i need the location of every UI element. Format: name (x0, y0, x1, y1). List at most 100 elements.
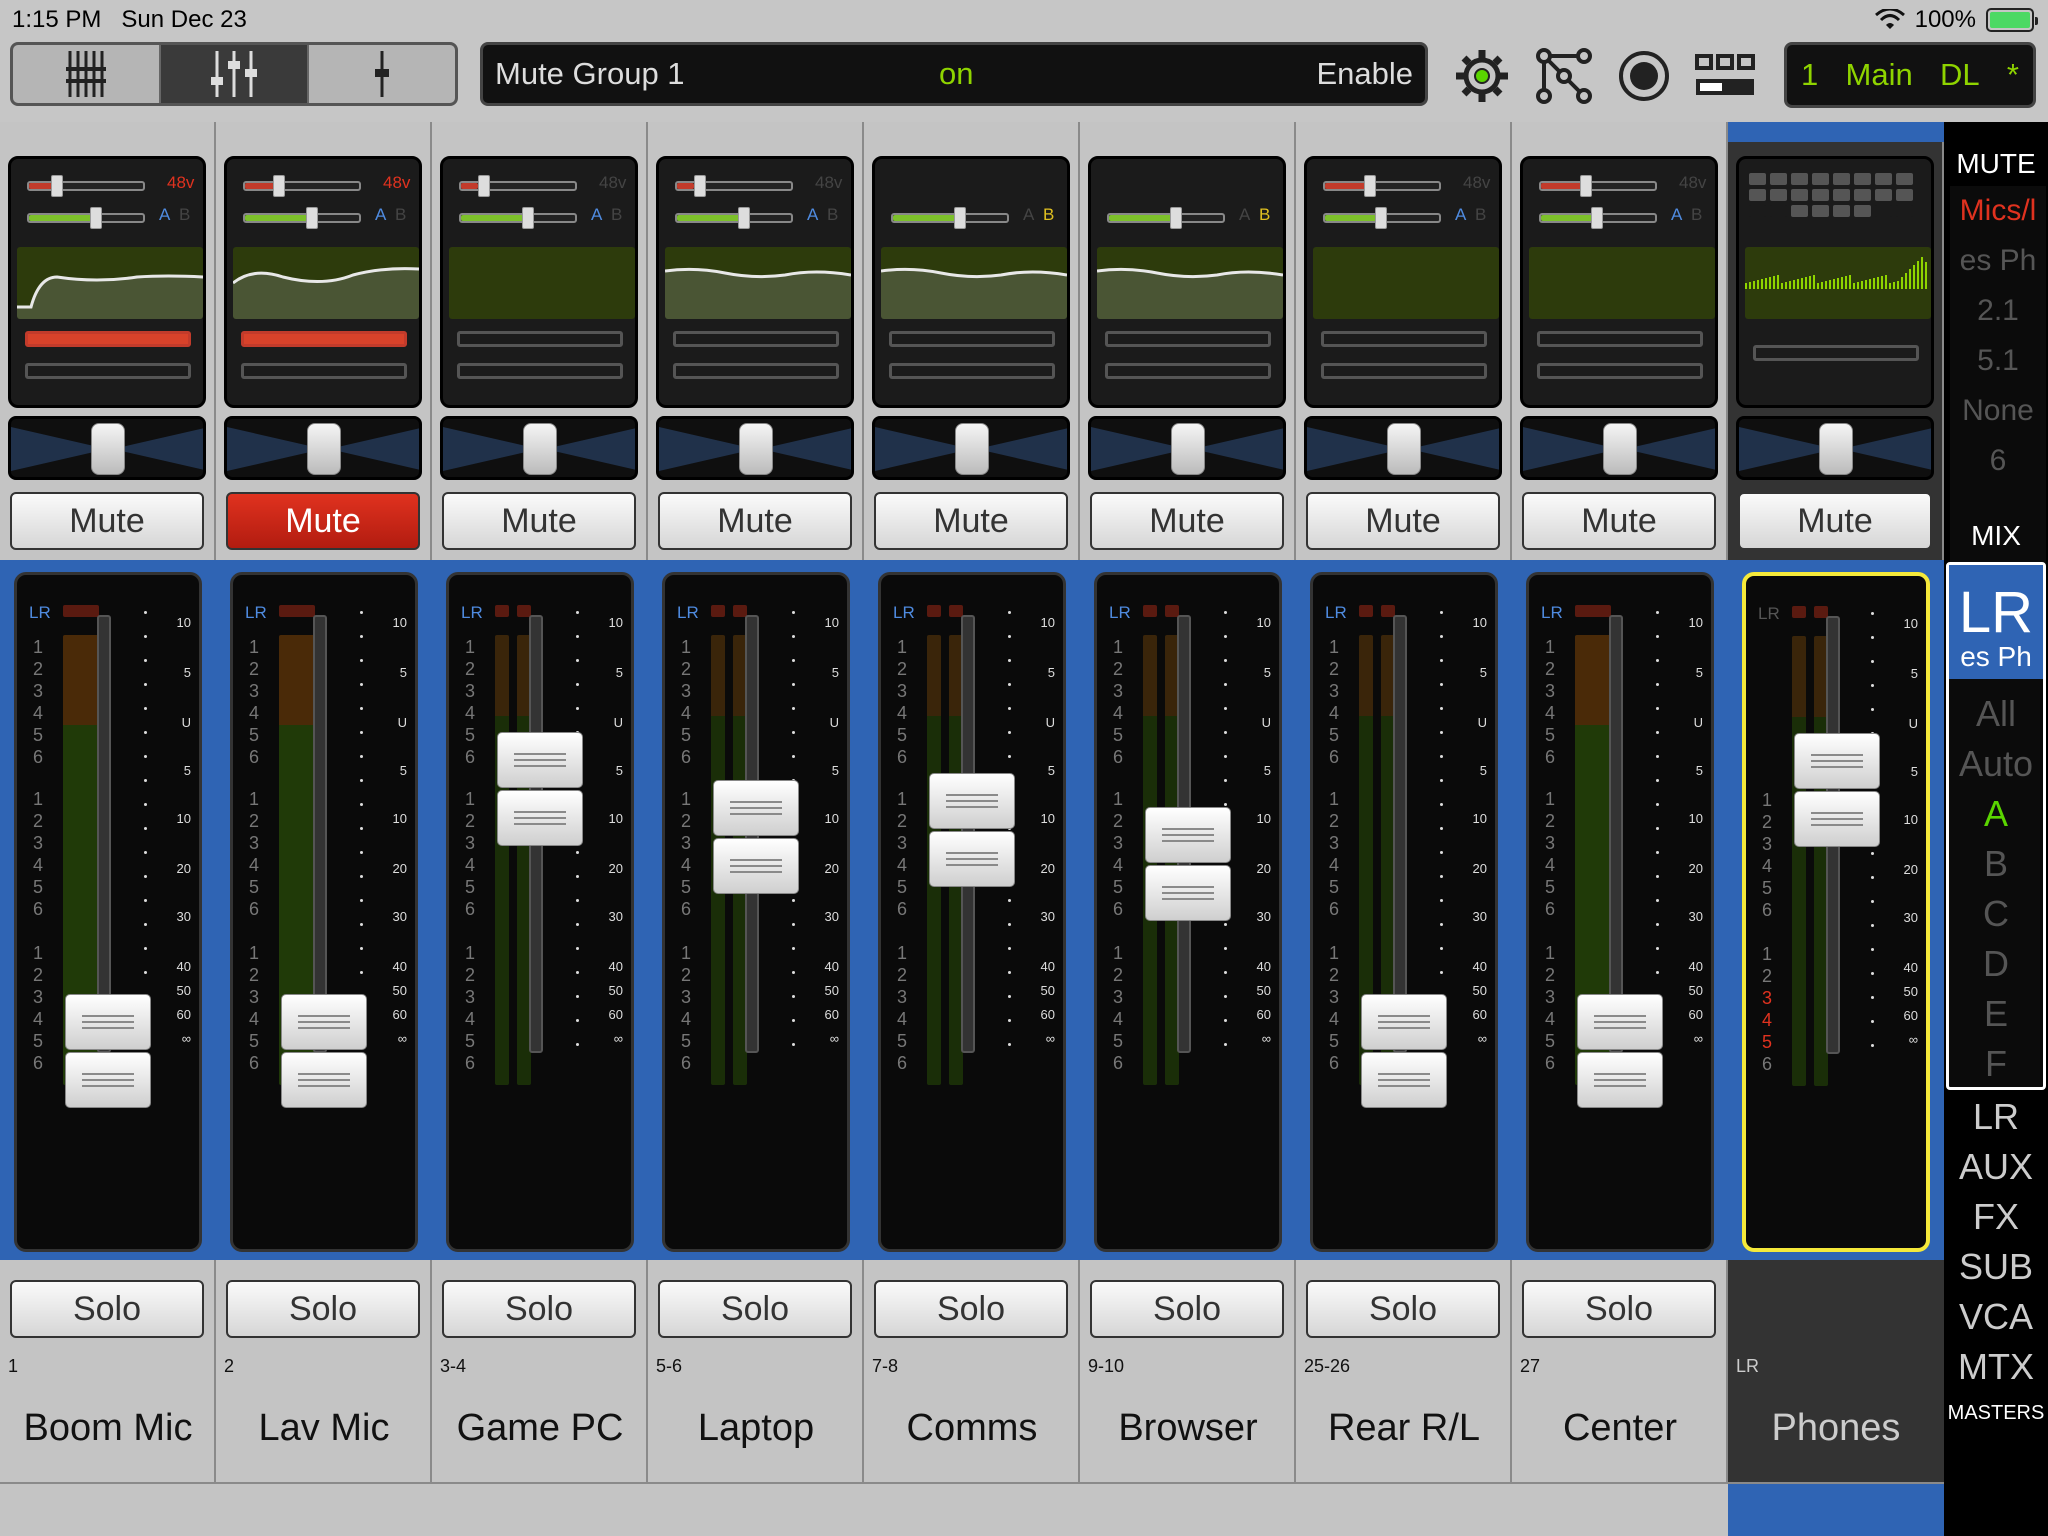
gate-indicator[interactable] (241, 331, 407, 347)
fader-track[interactable] (97, 615, 111, 1053)
eq-graph[interactable] (1529, 247, 1715, 319)
gate-indicator[interactable] (1321, 331, 1487, 347)
masters-item[interactable]: VCA (1944, 1292, 2048, 1342)
solo-button[interactable]: Solo (658, 1280, 852, 1338)
fader-cap[interactable] (929, 773, 1015, 887)
mix-option-item[interactable]: All (1949, 689, 2043, 739)
overview-tab[interactable] (13, 45, 161, 103)
mute-button[interactable]: Mute (1738, 492, 1932, 550)
mix-main-selected[interactable]: LR es Ph (1949, 565, 2043, 679)
processing-panel[interactable]: AB (872, 156, 1070, 408)
compressor-indicator[interactable] (673, 363, 839, 379)
mute-group-item[interactable]: Mics/l (1950, 186, 2046, 236)
pan-knob[interactable] (1387, 423, 1421, 475)
phantom-label[interactable]: 48v (599, 173, 626, 193)
solo-button[interactable]: Solo (1090, 1280, 1284, 1338)
single-fader-tab[interactable] (309, 45, 455, 103)
fader-panel[interactable]: LR123456123456123456105U5102030405060∞ (662, 572, 850, 1252)
channel-name[interactable]: Boom Mic (0, 1407, 216, 1450)
mute-button[interactable]: Mute (1090, 492, 1284, 550)
pan-control[interactable] (224, 416, 422, 480)
fader-panel[interactable]: LR123456123456123456105U5102030405060∞ (1310, 572, 1498, 1252)
pan-knob[interactable] (91, 423, 125, 475)
compressor-indicator[interactable] (1321, 363, 1487, 379)
masters-item[interactable]: LR (1944, 1092, 2048, 1142)
mute-button[interactable]: Mute (442, 492, 636, 550)
settings-button[interactable] (1450, 46, 1514, 106)
fader-panel[interactable]: LR123456123456123456105U5102030405060∞ (14, 572, 202, 1252)
record-button[interactable] (1612, 46, 1676, 106)
eq-graph[interactable] (233, 247, 419, 319)
solo-button[interactable]: Solo (226, 1280, 420, 1338)
routing-button[interactable] (1532, 46, 1596, 106)
mute-button[interactable]: Mute (874, 492, 1068, 550)
pan-knob[interactable] (1171, 423, 1205, 475)
mute-group-item[interactable]: es Ph (1950, 236, 2046, 286)
pan-knob[interactable] (523, 423, 557, 475)
mute-button[interactable]: Mute (1306, 492, 1500, 550)
gate-indicator[interactable] (457, 331, 623, 347)
eq-graph[interactable] (1313, 247, 1499, 319)
pan-control[interactable] (1088, 416, 1286, 480)
channel-name[interactable]: Center (1512, 1407, 1728, 1450)
fader-track[interactable] (313, 615, 327, 1053)
compressor-indicator[interactable] (1537, 363, 1703, 379)
mute-group-item[interactable]: None (1950, 386, 2046, 436)
processing-panel[interactable]: 48v A B (1304, 156, 1502, 408)
compressor-indicator[interactable] (1105, 363, 1271, 379)
mix-option-item[interactable]: Auto (1949, 739, 2043, 789)
mute-button[interactable]: Mute (658, 492, 852, 550)
fader-cap[interactable] (1361, 994, 1447, 1108)
pan-knob[interactable] (739, 423, 773, 475)
mixer-tab[interactable] (161, 45, 309, 103)
eq-graph[interactable] (665, 247, 851, 319)
fader-cap[interactable] (1577, 994, 1663, 1108)
pan-control[interactable] (1304, 416, 1502, 480)
mute-group-item[interactable]: 2.1 (1950, 286, 2046, 336)
fader-panel[interactable]: LR123456123456123456105U5102030405060∞ (230, 572, 418, 1252)
pan-control[interactable] (872, 416, 1070, 480)
mix-selector[interactable]: 1 Main DL * (1784, 42, 2036, 108)
pan-control[interactable] (1520, 416, 1718, 480)
gate-indicator[interactable] (25, 331, 191, 347)
mix-option-item[interactable]: E (1949, 989, 2043, 1039)
fader-track[interactable] (1609, 615, 1623, 1053)
channel-name[interactable]: Phones (1728, 1407, 1944, 1450)
eq-graph[interactable] (449, 247, 635, 319)
eq-graph[interactable] (1097, 247, 1283, 319)
fader-cap[interactable] (1794, 733, 1880, 848)
limiter-indicator[interactable] (1753, 345, 1919, 361)
gate-indicator[interactable] (1105, 331, 1271, 347)
masters-item[interactable]: MTX (1944, 1342, 2048, 1392)
processing-panel[interactable]: 48v A B (224, 156, 422, 408)
channel-name[interactable]: Game PC (432, 1407, 648, 1450)
layout-button[interactable] (1690, 46, 1760, 106)
phantom-label[interactable]: 48v (1679, 173, 1706, 193)
pan-knob[interactable] (1603, 423, 1637, 475)
masters-item[interactable]: FX (1944, 1192, 2048, 1242)
pan-control[interactable] (656, 416, 854, 480)
pan-control[interactable] (1736, 416, 1934, 480)
pan-knob[interactable] (307, 423, 341, 475)
masters-item[interactable]: SUB (1944, 1242, 2048, 1292)
compressor-indicator[interactable] (457, 363, 623, 379)
compressor-indicator[interactable] (889, 363, 1055, 379)
fader-cap[interactable] (65, 994, 151, 1108)
mute-button[interactable]: Mute (226, 492, 420, 550)
channel-name[interactable]: Rear R/L (1296, 1407, 1512, 1450)
fader-cap[interactable] (1145, 807, 1231, 921)
solo-button[interactable]: Solo (1522, 1280, 1716, 1338)
compressor-indicator[interactable] (25, 363, 191, 379)
graphic-eq-grid[interactable] (1749, 173, 1925, 221)
mute-group-item[interactable]: 5.1 (1950, 336, 2046, 386)
solo-button[interactable]: Solo (10, 1280, 204, 1338)
channel-name[interactable]: Comms (864, 1407, 1080, 1450)
gate-indicator[interactable] (1537, 331, 1703, 347)
pan-knob[interactable] (955, 423, 989, 475)
phantom-label[interactable]: 48v (1463, 173, 1490, 193)
phantom-label[interactable]: 48v (815, 173, 842, 193)
processing-panel[interactable]: 48v A B (440, 156, 638, 408)
fader-cap[interactable] (281, 994, 367, 1108)
gate-indicator[interactable] (889, 331, 1055, 347)
channel-name[interactable]: Lav Mic (216, 1407, 432, 1450)
